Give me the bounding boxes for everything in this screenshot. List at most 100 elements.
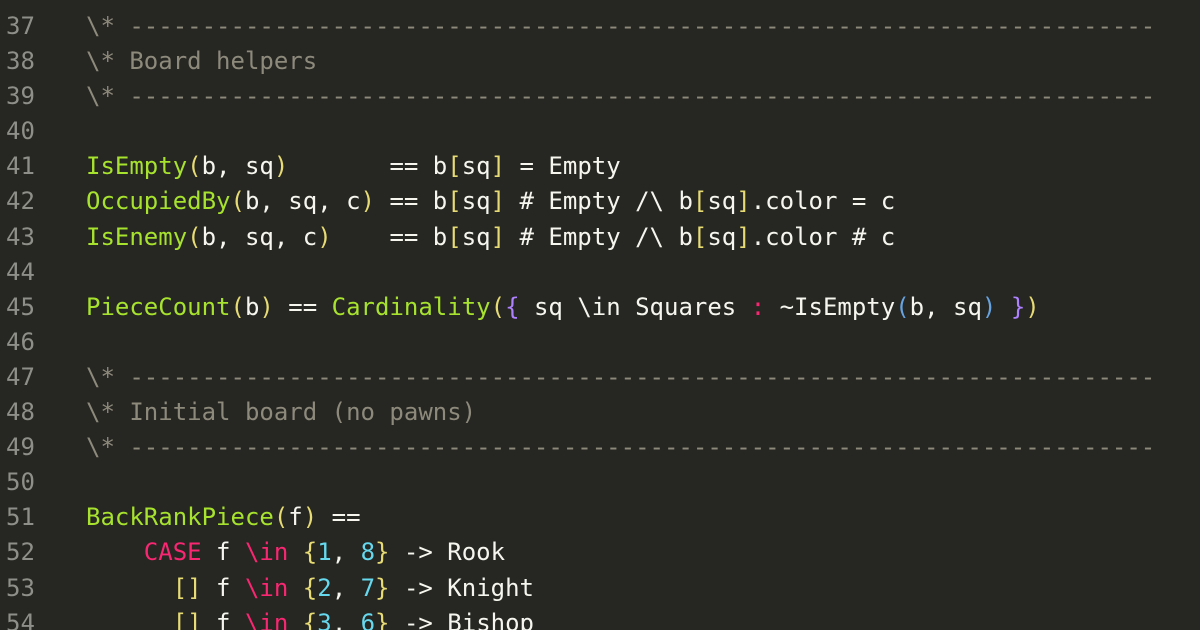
line-code: \* -------------------------------------…: [86, 79, 1155, 114]
code-token: .color # c: [750, 222, 896, 251]
code-line[interactable]: 45 PieceCount(b) == Cardinality({ sq \in …: [0, 290, 1200, 325]
code-token: \* -------------------------------------…: [86, 433, 1156, 462]
code-token: }: [375, 608, 390, 630]
line-code: BackRankPiece(f) ==: [86, 500, 361, 535]
code-token: []: [172, 608, 202, 630]
code-token: sq: [461, 187, 491, 216]
code-token: ): [317, 222, 332, 251]
code-line[interactable]: 50: [0, 465, 1200, 500]
code-token: ]: [490, 152, 506, 181]
code-line[interactable]: 51 BackRankPiece(f) ==: [0, 500, 1200, 535]
code-line[interactable]: 38 \* Board helpers: [0, 44, 1200, 79]
code-token: 2: [317, 573, 332, 602]
code-token: IsEmpty: [86, 152, 188, 181]
line-code: \* -------------------------------------…: [86, 430, 1155, 465]
code-token: (: [230, 187, 245, 216]
code-token: b, sq, c: [244, 187, 361, 216]
code-token: f: [201, 573, 245, 602]
line-code: \* Board helpers: [86, 44, 317, 79]
code-line[interactable]: 54 [] f \in {3, 6} -> Bishop: [0, 606, 1200, 630]
code-line[interactable]: 43 IsEnemy(b, sq, c) == b[sq] # Empty /\ …: [0, 220, 1200, 255]
code-token: ==: [317, 503, 361, 532]
line-code: [] f \in {2, 7} -> Knight: [86, 571, 534, 606]
code-line[interactable]: 40: [0, 114, 1200, 149]
line-number: 38: [6, 47, 35, 76]
code-token: }: [1010, 292, 1026, 321]
code-token: (: [187, 152, 202, 181]
line-number: 48: [6, 398, 35, 427]
code-token: ,: [331, 608, 361, 630]
code-token: sq \in Squares: [519, 292, 751, 321]
code-line[interactable]: 48 \* Initial board (no pawns): [0, 395, 1200, 430]
code-token: {: [302, 538, 318, 567]
code-token: BackRankPiece: [86, 503, 274, 532]
code-token: f: [201, 538, 245, 567]
code-token: (: [895, 292, 910, 321]
code-token: sq: [707, 222, 737, 251]
code-token: PieceCount: [86, 292, 231, 321]
code-token: }: [375, 573, 390, 602]
code-token: ): [981, 292, 997, 321]
code-line[interactable]: 41 IsEmpty(b, sq) == b[sq] = Empty: [0, 149, 1200, 184]
code-line[interactable]: 39 \* -----------------------------------…: [0, 79, 1200, 114]
code-token: \* -------------------------------------…: [86, 82, 1156, 111]
code-token: 1: [317, 538, 332, 567]
code-token: ,: [331, 538, 361, 567]
line-number: 54: [6, 608, 35, 630]
line-code: IsEnemy(b, sq, c) == b[sq] # Empty /\ b[…: [86, 220, 895, 255]
code-token: 3: [317, 608, 332, 630]
code-token: :: [750, 292, 766, 321]
code-token: (: [230, 292, 245, 321]
code-token: Cardinality: [331, 292, 491, 321]
code-line[interactable]: 37 \* -----------------------------------…: [0, 9, 1200, 44]
code-line[interactable]: 46: [0, 325, 1200, 360]
code-line[interactable]: 53 [] f \in {2, 7} -> Knight: [0, 571, 1200, 606]
code-token: \* -------------------------------------…: [86, 362, 1156, 391]
code-token: (: [490, 292, 506, 321]
code-token: == b: [331, 222, 448, 251]
line-code: \* -------------------------------------…: [86, 360, 1155, 395]
code-token: sq: [707, 187, 737, 216]
line-code: PieceCount(b) == Cardinality({ sq \in Sq…: [86, 290, 1040, 325]
code-token: \in: [244, 573, 289, 602]
code-token: 6: [360, 608, 376, 630]
code-token: ): [259, 292, 274, 321]
code-line[interactable]: 52 CASE f \in {1, 8} -> Rook: [0, 535, 1200, 570]
code-token: ): [1025, 292, 1040, 321]
code-token: {: [505, 292, 520, 321]
code-line[interactable]: 49 \* -----------------------------------…: [0, 430, 1200, 465]
code-token: (: [187, 222, 202, 251]
code-token: {: [302, 608, 318, 630]
line-code: OccupiedBy(b, sq, c) == b[sq] # Empty /\…: [86, 184, 895, 219]
code-token: [: [447, 187, 462, 216]
code-token: b, sq: [201, 152, 274, 181]
code-token: ~IsEmpty: [765, 292, 896, 321]
line-code: \* -------------------------------------…: [86, 9, 1155, 44]
code-token: \in: [244, 538, 289, 567]
line-number: 40: [6, 117, 35, 146]
code-line[interactable]: 47 \* -----------------------------------…: [0, 360, 1200, 395]
line-number: 37: [6, 12, 35, 40]
line-number: 43: [6, 222, 35, 251]
code-token: f: [288, 503, 303, 532]
code-token: 8: [360, 538, 376, 567]
code-token: ]: [736, 222, 751, 251]
code-token: ]: [490, 222, 506, 251]
code-token: == b: [375, 187, 448, 216]
code-editor[interactable]: 37 \* -----------------------------------…: [0, 0, 1200, 630]
code-line[interactable]: 44: [0, 255, 1200, 290]
code-token: ==: [273, 292, 332, 321]
line-number: 39: [6, 82, 35, 111]
code-line[interactable]: 42 OccupiedBy(b, sq, c) == b[sq] # Empty …: [0, 184, 1200, 219]
code-token: [: [447, 222, 462, 251]
code-area[interactable]: 37 \* -----------------------------------…: [0, 9, 1200, 630]
code-token: ): [302, 503, 318, 532]
line-number: 53: [6, 573, 35, 602]
code-token: -> Knight: [389, 573, 534, 602]
line-code: CASE f \in {1, 8} -> Rook: [86, 535, 505, 570]
code-token: ): [360, 187, 375, 216]
code-token: [: [692, 222, 708, 251]
